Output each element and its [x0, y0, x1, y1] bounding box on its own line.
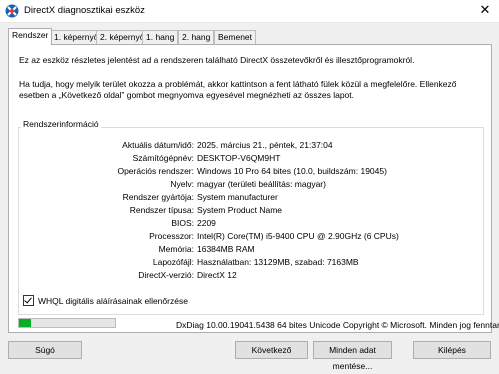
next-button[interactable]: Következő [235, 341, 308, 359]
intro-instructions: Ha tudja, hogy melyik terület okozza a p… [19, 79, 457, 100]
info-value: System manufacturer [197, 192, 278, 202]
info-label: Memória: [158, 244, 194, 254]
info-label: Aktuális dátum/idő: [122, 140, 194, 150]
info-row: BIOS: 2209 [9, 217, 479, 229]
info-label: DirectX-verzió: [138, 270, 194, 280]
info-value: DESKTOP-V6QM9HT [197, 153, 281, 163]
tab-2-hang[interactable]: 2. hang [178, 30, 215, 44]
info-row: Rendszer típusa: System Product Name [9, 204, 479, 216]
whql-label: WHQL digitális aláírásainak ellenőrzése [38, 296, 188, 306]
info-row: Aktuális dátum/idő: 2025. március 21., p… [9, 139, 479, 151]
info-value: Windows 10 Pro 64 bites (10.0, buildszám… [197, 166, 387, 176]
info-value: 2025. március 21., péntek, 21:37:04 [197, 140, 333, 150]
info-label: Operációs rendszer: [117, 166, 194, 176]
info-row: Operációs rendszer: Windows 10 Pro 64 bi… [9, 165, 479, 177]
copyright-text: DxDiag 10.00.19041.5438 64 bites Unicode… [176, 320, 499, 330]
intro-text: Ez az eszköz részletes jelentést ad a re… [19, 55, 415, 65]
system-panel: Ez az eszköz részletes jelentést ad a re… [8, 44, 492, 333]
info-row: Nyelv: magyar (területi beállítás: magya… [9, 178, 479, 190]
info-value: magyar (területi beállítás: magyar) [197, 179, 326, 189]
info-value: DirectX 12 [197, 270, 237, 280]
info-row: Memória: 16384MB RAM [9, 243, 479, 255]
checkbox-checked-icon[interactable] [23, 295, 34, 306]
progress-bar [18, 318, 116, 328]
info-value: System Product Name [197, 205, 283, 215]
info-row: DirectX-verzió: DirectX 12 [9, 269, 479, 281]
tab-1-hang[interactable]: 1. hang [142, 30, 179, 44]
tab-2-kepernyo[interactable]: 2. képernyő [96, 30, 149, 44]
info-label: Rendszer típusa: [129, 205, 194, 215]
info-row: Számítógépnév: DESKTOP-V6QM9HT [9, 152, 479, 164]
info-label: Számítógépnév: [132, 153, 194, 163]
info-label: Nyelv: [170, 179, 194, 189]
tab-1-kepernyo[interactable]: 1. képernyő [50, 30, 103, 44]
whql-checkbox[interactable]: WHQL digitális aláírásainak ellenőrzése [23, 295, 188, 306]
tab-rendszer[interactable]: Rendszer [8, 28, 53, 45]
info-row: Rendszer gyártója: System manufacturer [9, 191, 479, 203]
info-value: 16384MB RAM [197, 244, 255, 254]
tab-bemenet[interactable]: Bemenet [214, 30, 257, 44]
info-row: Processzor: Intel(R) Core(TM) i5-9400 CP… [9, 230, 479, 242]
help-button[interactable]: Súgó [8, 341, 82, 359]
close-icon[interactable]: ✕ [471, 0, 499, 22]
save-all-button[interactable]: Minden adat mentése... [313, 341, 392, 371]
directx-icon [5, 4, 19, 18]
info-value: 2209 [197, 218, 216, 228]
sysinfo-group-label: Rendszerinformáció [21, 119, 101, 129]
progress-fill [19, 319, 31, 327]
info-label: BIOS: [171, 218, 194, 228]
info-value: Intel(R) Core(TM) i5-9400 CPU @ 2.90GHz … [197, 231, 399, 241]
info-label: Lapozófájl: [152, 257, 194, 267]
exit-button[interactable]: Kilépés [413, 341, 491, 359]
window-title: DirectX diagnosztikai eszköz [24, 5, 145, 16]
info-row: Lapozófájl: Használatban: 13129MB, szaba… [9, 256, 479, 268]
info-label: Rendszer gyártója: [122, 192, 194, 202]
title-bar: DirectX diagnosztikai eszköz ✕ [0, 0, 499, 23]
info-label: Processzor: [149, 231, 194, 241]
info-value: Használatban: 13129MB, szabad: 7163MB [197, 257, 359, 267]
